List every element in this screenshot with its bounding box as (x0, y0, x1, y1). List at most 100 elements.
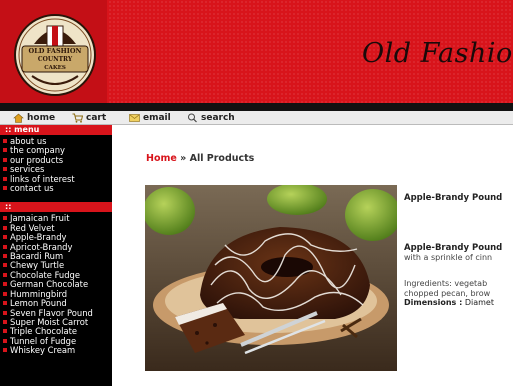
bullet-icon (3, 348, 7, 353)
bullet-icon (3, 301, 7, 306)
logo[interactable]: OLD FASHION COUNTRY CAKES (14, 14, 96, 96)
product-link-label: Tunnel of Fudge (10, 336, 77, 346)
product-description-text: with a sprinkle of cinn (404, 253, 493, 262)
product-link-hummingbird[interactable]: Hummingbird (3, 290, 112, 299)
menu-item-label: about us (10, 137, 47, 146)
product-link-label: Red Velvet (10, 223, 55, 233)
menu-item-links-of-interest[interactable]: links of interest (3, 175, 112, 184)
product-link-jamaican-fruit[interactable]: Jamaican Fruit (3, 214, 112, 223)
bullet-icon (3, 244, 7, 249)
bullet-icon (3, 225, 7, 230)
bullet-icon (3, 157, 7, 162)
bullet-icon (3, 329, 7, 334)
product-link-tunnel-of-fudge[interactable]: Tunnel of Fudge (3, 337, 112, 346)
bullet-icon (3, 310, 7, 315)
bullet-icon (3, 148, 7, 153)
ingredients-line: chopped pecan, brow (404, 288, 491, 298)
product-link-whiskey-cream[interactable]: Whiskey Cream (3, 346, 112, 355)
product-link-german-chocolate[interactable]: German Chocolate (3, 280, 112, 289)
toolbar: home cart email search (0, 111, 513, 125)
menu-item-the-company[interactable]: the company (3, 146, 112, 155)
product-link-label: Hummingbird (10, 289, 68, 299)
product-link-label: Chewy Turtle (10, 261, 65, 271)
cart-icon (72, 113, 83, 123)
bullet-icon (3, 186, 7, 191)
product-link-seven-flavor-pound[interactable]: Seven Flavor Pound (3, 309, 112, 318)
search-icon (188, 113, 197, 123)
product-link-apricot-brandy[interactable]: Apricot-Brandy (3, 243, 112, 252)
header-banner: OLD FASHION COUNTRY CAKES Old Fashion (0, 0, 513, 103)
bullet-icon (3, 216, 7, 221)
menu-item-label: links of interest (10, 174, 75, 184)
bullet-icon (3, 282, 7, 287)
product-link-label: German Chocolate (10, 280, 89, 290)
product-link-bacardi-rum[interactable]: Bacardi Rum (3, 252, 112, 261)
product-link-chewy-turtle[interactable]: Chewy Turtle (3, 261, 112, 270)
bullet-icon (3, 338, 7, 343)
bullet-icon (3, 167, 7, 172)
site-title: Old Fashion (362, 38, 513, 69)
menu-item-label: contact us (10, 184, 54, 194)
product-link-label: Triple Chocolate (10, 327, 78, 337)
breadcrumb-home-link[interactable]: Home (146, 153, 177, 164)
home-icon (13, 113, 24, 123)
product-link-chocolate-fudge[interactable]: Chocolate Fudge (3, 271, 112, 280)
product-link-label: Lemon Pound (10, 299, 67, 309)
logo-area[interactable]: OLD FASHION COUNTRY CAKES (0, 0, 107, 103)
toolbar-cart-label: cart (86, 113, 107, 123)
svg-text:OLD FASHION: OLD FASHION (29, 47, 82, 55)
product-title-link[interactable]: Apple-Brandy Pound (404, 193, 502, 203)
product-link-label: Apple-Brandy (10, 233, 67, 243)
bullet-icon (3, 263, 7, 268)
toolbar-search-label: search (201, 113, 235, 123)
toolbar-search-button[interactable]: search (187, 112, 235, 124)
product-link-label: Apricot-Brandy (10, 242, 73, 252)
menu-item-label: the company (10, 146, 66, 156)
menu-item-our-products[interactable]: our products (3, 156, 112, 165)
bullet-icon (3, 319, 7, 324)
bullet-icon (3, 272, 7, 277)
breadcrumb-current: All Products (189, 153, 255, 164)
header-divider (0, 103, 513, 111)
toolbar-home-button[interactable]: home (13, 112, 55, 124)
ingredients-line: Ingredients: vegetab (404, 279, 488, 288)
product-link-triple-chocolate[interactable]: Triple Chocolate (3, 327, 112, 336)
product-link-super-moist-carrot[interactable]: Super Moist Carrot (3, 318, 112, 327)
menu-item-label: services (10, 165, 45, 175)
breadcrumb: Home » All Products (146, 153, 254, 164)
menu-item-label: our products (10, 155, 64, 165)
products-heading: :: (0, 202, 112, 213)
product-link-lemon-pound[interactable]: Lemon Pound (3, 299, 112, 308)
menu-list: about us the company our products servic… (0, 135, 112, 193)
svg-text:COUNTRY: COUNTRY (38, 56, 73, 63)
toolbar-email-button[interactable]: email (129, 112, 171, 124)
menu-item-about-us[interactable]: about us (3, 137, 112, 146)
svg-text:CAKES: CAKES (44, 65, 66, 71)
product-link-label: Whiskey Cream (10, 346, 76, 356)
dimensions-label: Dimensions : (404, 298, 463, 307)
toolbar-cart-button[interactable]: cart (72, 112, 106, 124)
products-list: Jamaican Fruit Red Velvet Apple-Brandy A… (0, 212, 112, 355)
menu-heading: :: menu (0, 125, 112, 135)
email-icon (129, 114, 140, 122)
breadcrumb-separator: » (180, 153, 187, 164)
product-link-label: Super Moist Carrot (10, 317, 89, 327)
product-link-label: Seven Flavor Pound (10, 308, 93, 318)
product-photo[interactable] (145, 185, 397, 371)
product-link-red-velvet[interactable]: Red Velvet (3, 224, 112, 233)
toolbar-home-label: home (27, 113, 56, 123)
bullet-icon (3, 176, 7, 181)
bullet-icon (3, 254, 7, 259)
product-link-apple-brandy[interactable]: Apple-Brandy (3, 233, 112, 242)
product-ingredients: Ingredients: vegetab chopped pecan, brow (404, 279, 513, 298)
bullet-icon (3, 139, 7, 143)
sidebar: :: menu about us the company our product… (0, 125, 112, 386)
toolbar-email-label: email (143, 113, 171, 123)
dimensions-value: Diamet (464, 298, 494, 307)
bullet-icon (3, 291, 7, 296)
bullet-icon (3, 235, 7, 240)
menu-item-services[interactable]: services (3, 165, 112, 174)
product-link-label: Chocolate Fudge (10, 270, 81, 280)
menu-item-contact-us[interactable]: contact us (3, 184, 112, 193)
product-link-label: Jamaican Fruit (10, 214, 70, 224)
